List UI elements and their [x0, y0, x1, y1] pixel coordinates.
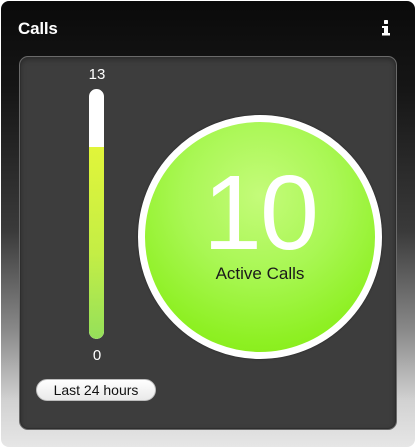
- active-calls-circle: 10 Active Calls: [138, 115, 382, 359]
- calls-gauge: [89, 89, 104, 339]
- calls-panel: 13 0 Last 24 hours 10 Active Calls: [19, 56, 397, 430]
- active-calls-label: Active Calls: [215, 264, 305, 283]
- widget-title: Calls: [18, 19, 58, 38]
- gauge-max-label: 13: [88, 66, 106, 83]
- calls-gauge-fill: [89, 146, 104, 339]
- time-range-button[interactable]: Last 24 hours: [36, 379, 156, 401]
- gauge-min-label: 0: [92, 347, 102, 364]
- calls-widget: Calls 13 0 Last 24 hours 10 Active Calls: [1, 1, 415, 447]
- active-calls-count: 10: [203, 154, 319, 272]
- info-icon[interactable]: [379, 19, 393, 37]
